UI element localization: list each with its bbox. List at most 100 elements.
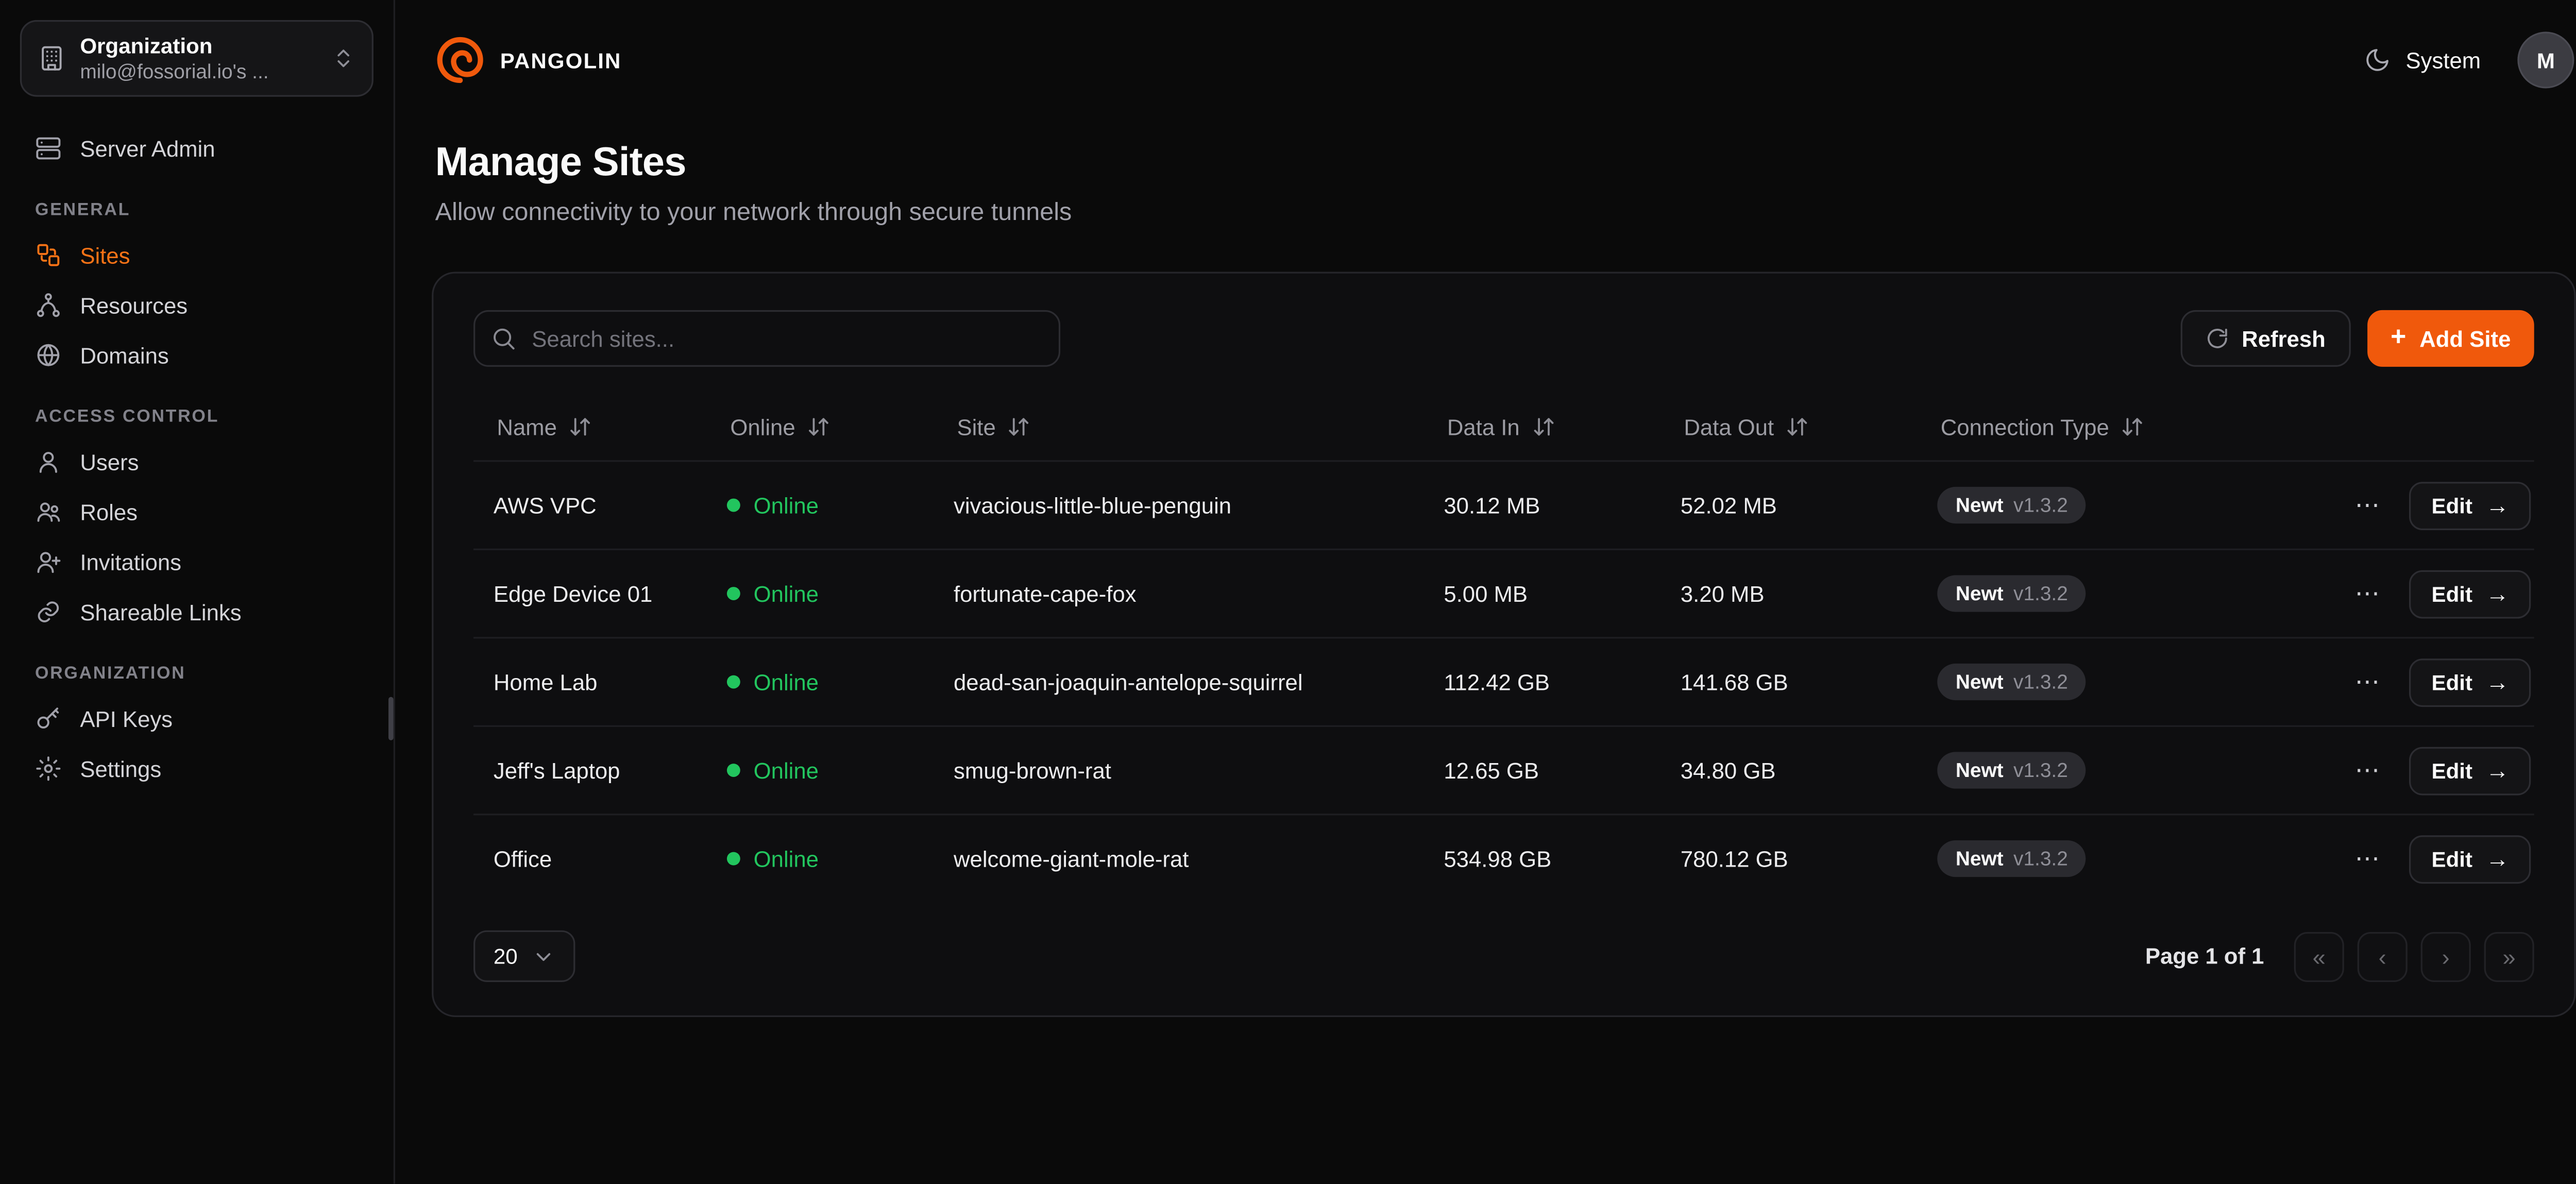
- avatar[interactable]: M: [2517, 31, 2574, 88]
- edit-button[interactable]: Edit →: [2410, 835, 2531, 883]
- edit-button[interactable]: Edit →: [2410, 569, 2531, 618]
- pagination: Page 1 of 1 « ‹ › »: [2145, 931, 2534, 981]
- cell-site: smug-brown-rat: [934, 758, 1423, 783]
- cell-data-in: 30.12 MB: [1424, 493, 1661, 518]
- status-label: Online: [754, 493, 819, 518]
- page-title: Manage Sites: [435, 140, 2574, 187]
- sidebar-item-label: Invitations: [80, 549, 181, 574]
- link-icon: [35, 599, 62, 625]
- edit-label: Edit: [2432, 846, 2472, 871]
- sidebar-item-users[interactable]: Users: [20, 437, 374, 487]
- sidebar-item-settings[interactable]: Settings: [20, 743, 374, 793]
- page-status: Page 1 of 1: [2145, 944, 2264, 969]
- topbar-right: System M: [2364, 31, 2574, 88]
- building-icon: [38, 45, 65, 72]
- search-input[interactable]: [473, 310, 1060, 367]
- edit-label: Edit: [2432, 669, 2472, 695]
- sidebar-item-label: Users: [80, 449, 139, 475]
- sidebar-item-label: Resources: [80, 293, 188, 318]
- table-row: Office Online welcome-giant-mole-rat 534…: [473, 814, 2534, 902]
- cell-name: Edge Device 01: [473, 581, 707, 606]
- toolbar-actions: Refresh + Add Site: [2180, 310, 2534, 367]
- column-header-online[interactable]: Online: [707, 414, 831, 439]
- sidebar-item-label: Settings: [80, 756, 161, 782]
- row-menu-button[interactable]: ⋯: [2351, 574, 2385, 613]
- row-menu-button[interactable]: ⋯: [2351, 663, 2385, 701]
- column-label: Name: [497, 414, 557, 439]
- cell-connection-type: Newt v1.3.2: [1917, 752, 2284, 788]
- org-texts: Organization milo@fossorial.io's ...: [80, 33, 317, 83]
- column-header-connection-type[interactable]: Connection Type: [1917, 414, 2144, 439]
- prev-page-button[interactable]: ‹: [2358, 931, 2408, 981]
- main-area: PANGOLIN System M Manage Sites Allow con…: [395, 0, 2576, 1184]
- refresh-icon: [2205, 327, 2228, 350]
- cell-status: Online: [707, 669, 934, 695]
- sidebar-item-label: Roles: [80, 499, 138, 525]
- sidebar-item-shareable-links[interactable]: Shareable Links: [20, 587, 374, 637]
- edit-label: Edit: [2432, 493, 2472, 518]
- sidebar-item-roles[interactable]: Roles: [20, 487, 374, 537]
- chevrons-left-icon: «: [2313, 943, 2326, 970]
- edit-label: Edit: [2432, 758, 2472, 783]
- sites-icon: [35, 242, 62, 268]
- cell-connection-type: Newt v1.3.2: [1917, 487, 2284, 523]
- add-site-button[interactable]: + Add Site: [2367, 310, 2534, 367]
- arrow-right-icon: →: [2486, 758, 2509, 782]
- edit-button[interactable]: Edit →: [2410, 658, 2531, 706]
- column-header-name[interactable]: Name: [473, 414, 592, 439]
- connection-type-version: v1.3.2: [2013, 847, 2068, 870]
- column-header-data-out[interactable]: Data Out: [1660, 414, 1809, 439]
- status-label: Online: [754, 846, 819, 871]
- sidebar-item-server-admin[interactable]: Server Admin: [20, 123, 374, 173]
- cell-connection-type: Newt v1.3.2: [1917, 840, 2284, 877]
- next-page-button[interactable]: ›: [2421, 931, 2471, 981]
- last-page-button[interactable]: »: [2484, 931, 2534, 981]
- online-dot-icon: [727, 764, 740, 777]
- edit-button[interactable]: Edit →: [2410, 746, 2531, 794]
- row-menu-button[interactable]: ⋯: [2351, 751, 2385, 789]
- cell-status: Online: [707, 758, 934, 783]
- online-dot-icon: [727, 499, 740, 512]
- theme-toggle-button[interactable]: System: [2364, 47, 2481, 74]
- cell-name: Office: [473, 846, 707, 871]
- arrow-right-icon: →: [2486, 847, 2509, 870]
- connection-type-badge: Newt v1.3.2: [1937, 752, 2086, 788]
- sidebar-scrollbar-thumb[interactable]: [388, 697, 394, 740]
- cell-name: Home Lab: [473, 669, 707, 695]
- connection-type-badge: Newt v1.3.2: [1937, 664, 2086, 700]
- roles-icon: [35, 499, 62, 526]
- sites-toolbar: Refresh + Add Site: [473, 310, 2534, 367]
- org-label: Organization: [80, 33, 317, 59]
- section-label-general: GENERAL: [35, 200, 359, 220]
- moon-icon: [2364, 47, 2391, 74]
- sidebar-item-resources[interactable]: Resources: [20, 280, 374, 330]
- first-page-button[interactable]: «: [2294, 931, 2344, 981]
- refresh-button[interactable]: Refresh: [2180, 310, 2350, 367]
- page-size-select[interactable]: 20: [473, 931, 576, 982]
- column-label: Data Out: [1684, 414, 1774, 439]
- sidebar-item-label: Domains: [80, 343, 168, 368]
- sidebar-item-api-keys[interactable]: API Keys: [20, 694, 374, 743]
- theme-label: System: [2405, 47, 2481, 73]
- column-header-data-in[interactable]: Data In: [1424, 414, 1555, 439]
- cell-actions: ⋯ Edit →: [2284, 746, 2534, 794]
- sidebar-item-domains[interactable]: Domains: [20, 330, 374, 380]
- sidebar-item-label: Sites: [80, 243, 130, 268]
- org-switcher[interactable]: Organization milo@fossorial.io's ...: [20, 20, 374, 97]
- plus-icon: +: [2391, 324, 2406, 351]
- sidebar-item-sites[interactable]: Sites: [20, 230, 374, 280]
- edit-button[interactable]: Edit →: [2410, 481, 2531, 530]
- topbar: PANGOLIN System M: [395, 0, 2576, 120]
- sites-table: Name Online Site Data In: [473, 394, 2534, 902]
- arrow-right-icon: →: [2486, 494, 2509, 517]
- column-label: Connection Type: [1941, 414, 2109, 439]
- user-plus-icon: [35, 549, 62, 576]
- row-menu-button[interactable]: ⋯: [2351, 486, 2385, 524]
- connection-type-badge: Newt v1.3.2: [1937, 575, 2086, 612]
- sidebar: Organization milo@fossorial.io's ... Ser…: [0, 0, 395, 1184]
- cell-actions: ⋯ Edit →: [2284, 569, 2534, 618]
- pangolin-logo-icon: [435, 35, 485, 85]
- column-header-site[interactable]: Site: [934, 414, 1031, 439]
- row-menu-button[interactable]: ⋯: [2351, 839, 2385, 877]
- sidebar-item-invitations[interactable]: Invitations: [20, 537, 374, 587]
